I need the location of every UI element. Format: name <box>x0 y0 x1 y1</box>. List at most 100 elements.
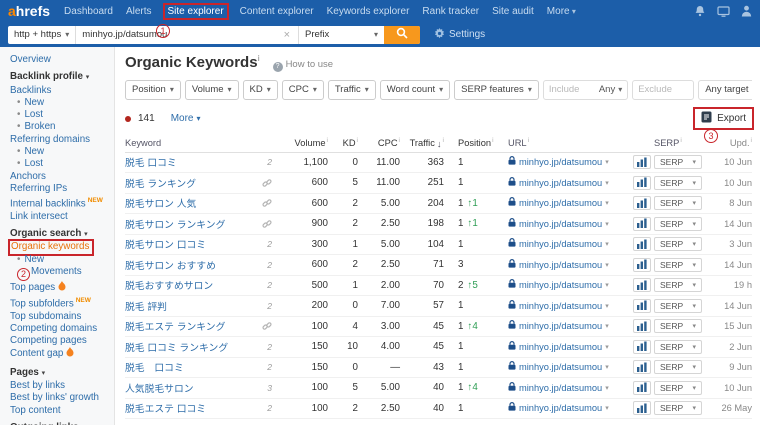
filter-kd-button[interactable]: KD▾ <box>243 80 278 100</box>
serp-dropdown-button[interactable]: SERP▾ <box>654 299 702 313</box>
mode-select[interactable]: Prefix ▾ <box>298 26 384 44</box>
sidebar-item-internal-backlinks[interactable]: Internal backlinks <box>10 199 86 210</box>
sidebar-item-new[interactable]: New <box>24 146 44 157</box>
url-link[interactable]: minhyo.jp/datsumou <box>519 178 602 188</box>
url-link[interactable]: minhyo.jp/datsumou <box>519 280 602 290</box>
nav-item-dashboard[interactable]: Dashboard <box>64 6 113 17</box>
sidebar-item-referring-domains[interactable]: Referring domains <box>10 134 90 145</box>
sidebar-item-competing-domains[interactable]: Competing domains <box>10 323 97 334</box>
filter-word-count-button[interactable]: Word count▾ <box>380 80 450 100</box>
sidebar-item-best-by-links[interactable]: Best by links <box>10 380 65 391</box>
nav-item-keywords-explorer[interactable]: Keywords explorer <box>327 6 410 17</box>
include-any-select[interactable]: Any▾ <box>599 84 622 95</box>
sidebar-item-anchors[interactable]: Anchors <box>10 171 46 182</box>
keyword-link[interactable]: 脱毛サロン おすすめ <box>125 258 216 272</box>
nav-item-site-audit[interactable]: Site audit <box>492 6 534 17</box>
sidebar-item-top-content[interactable]: Top content <box>10 405 61 416</box>
sidebar-item-lost[interactable]: Lost <box>24 158 43 169</box>
serp-dropdown-button[interactable]: SERP▾ <box>654 401 702 415</box>
exclude-input[interactable] <box>638 84 688 95</box>
col-header-url[interactable]: URLi <box>502 137 654 148</box>
keyword-link[interactable]: 脱毛エステ ランキング <box>125 319 225 333</box>
sidebar-item-new[interactable]: New <box>24 254 44 265</box>
keyword-link[interactable]: 脱毛サロン 人気 <box>125 196 196 210</box>
serp-dropdown-button[interactable]: SERP▾ <box>654 237 702 251</box>
position-history-chart-button[interactable] <box>633 299 651 313</box>
col-header-keyword[interactable]: Keyword <box>125 138 282 148</box>
any-target-select[interactable]: Any target▾ <box>698 80 752 100</box>
sidebar-item-content-gap[interactable]: Content gap <box>10 348 63 359</box>
target-url-input[interactable] <box>82 29 281 40</box>
keyword-link[interactable]: 脱毛 評判 <box>125 299 167 313</box>
url-link[interactable]: minhyo.jp/datsumou <box>519 198 602 208</box>
col-header-kd[interactable]: KDi <box>328 137 358 148</box>
col-header-traffic[interactable]: Traffic↓i <box>400 137 444 148</box>
keyword-link[interactable]: 脱毛サロン ランキング <box>125 217 225 231</box>
position-history-chart-button[interactable] <box>633 237 651 251</box>
protocol-select[interactable]: http + https ▾ <box>8 26 76 44</box>
sidebar-item-new[interactable]: New <box>24 97 44 108</box>
serp-dropdown-button[interactable]: SERP▾ <box>654 381 702 395</box>
col-header-position[interactable]: Positioni <box>444 137 502 148</box>
url-link[interactable]: minhyo.jp/datsumou <box>519 403 602 413</box>
serp-dropdown-button[interactable]: SERP▾ <box>654 340 702 354</box>
user-icon[interactable] <box>741 5 752 17</box>
sidebar-item-movements[interactable]: Movements <box>31 266 82 277</box>
bell-icon[interactable] <box>694 5 706 17</box>
url-link[interactable]: minhyo.jp/datsumou <box>519 362 602 372</box>
serp-dropdown-button[interactable]: SERP▾ <box>654 360 702 374</box>
position-history-chart-button[interactable] <box>633 319 651 333</box>
sidebar-item-referring-ips[interactable]: Referring IPs <box>10 183 67 194</box>
position-history-chart-button[interactable] <box>633 360 651 374</box>
ahrefs-logo[interactable]: ahrefs <box>8 3 50 19</box>
url-link[interactable]: minhyo.jp/datsumou <box>519 321 602 331</box>
nav-item-content-explorer[interactable]: Content explorer <box>240 6 314 17</box>
settings-button[interactable]: Settings <box>434 28 485 42</box>
sidebar-item-best-by-links-growth[interactable]: Best by links' growth <box>10 392 99 403</box>
position-history-chart-button[interactable] <box>633 278 651 292</box>
col-header-upd[interactable]: Upd.i <box>708 137 752 148</box>
sidebar-section-organic-search[interactable]: Organic search ▾ <box>10 228 114 241</box>
sidebar-item-link-intersect[interactable]: Link intersect <box>10 211 68 222</box>
apps-icon[interactable] <box>717 6 730 17</box>
sidebar-item-top-subdomains[interactable]: Top subdomains <box>10 311 81 322</box>
url-link[interactable]: minhyo.jp/datsumou <box>519 219 602 229</box>
sidebar-item-broken[interactable]: Broken <box>24 121 55 132</box>
nav-item-site-explorer[interactable]: Site explorer <box>165 5 227 18</box>
nav-item-alerts[interactable]: Alerts <box>126 6 152 17</box>
filter-cpc-button[interactable]: CPC▾ <box>282 80 324 100</box>
sidebar-item-competing-pages[interactable]: Competing pages <box>10 335 87 346</box>
sidebar-item-lost[interactable]: Lost <box>24 109 43 120</box>
position-history-chart-button[interactable] <box>633 176 651 190</box>
url-link[interactable]: minhyo.jp/datsumou <box>519 342 602 352</box>
url-link[interactable]: minhyo.jp/datsumou <box>519 301 602 311</box>
col-header-serp[interactable]: SERPi <box>654 137 708 148</box>
keyword-link[interactable]: 脱毛おすすめサロン <box>125 278 213 292</box>
nav-item-rank-tracker[interactable]: Rank tracker <box>422 6 479 17</box>
keyword-link[interactable]: 脱毛 口コミ <box>125 360 184 374</box>
filter-volume-button[interactable]: Volume▾ <box>185 80 239 100</box>
keyword-link[interactable]: 人気脱毛サロン <box>125 381 194 395</box>
sidebar-section-pages[interactable]: Pages ▾ <box>10 367 114 380</box>
keyword-link[interactable]: 脱毛 ランキング <box>125 176 196 190</box>
keyword-link[interactable]: 脱毛サロン 口コミ <box>125 237 206 251</box>
keyword-link[interactable]: 脱毛 口コミ ランキング <box>125 340 228 354</box>
position-history-chart-button[interactable] <box>633 401 651 415</box>
serp-dropdown-button[interactable]: SERP▾ <box>654 155 702 169</box>
filter-position-button[interactable]: Position▾ <box>125 80 181 100</box>
sidebar-item-organic-keywords[interactable]: Organic keywords <box>10 241 92 253</box>
position-history-chart-button[interactable] <box>633 155 651 169</box>
position-history-chart-button[interactable] <box>633 258 651 272</box>
keyword-link[interactable]: 脱毛エステ 口コミ <box>125 401 206 415</box>
search-button[interactable] <box>384 26 420 44</box>
include-input[interactable] <box>549 84 599 95</box>
export-button[interactable]: Export <box>695 109 752 128</box>
keyword-link[interactable]: 脱毛 口コミ <box>125 155 177 169</box>
position-history-chart-button[interactable] <box>633 340 651 354</box>
sidebar-item-overview[interactable]: Overview <box>10 54 51 65</box>
nav-item-more[interactable]: More ▾ <box>547 6 576 17</box>
how-to-use-link[interactable]: ?How to use <box>273 59 334 70</box>
more-button[interactable]: More▾ <box>171 113 201 124</box>
serp-dropdown-button[interactable]: SERP▾ <box>654 319 702 333</box>
url-link[interactable]: minhyo.jp/datsumou <box>519 157 602 167</box>
